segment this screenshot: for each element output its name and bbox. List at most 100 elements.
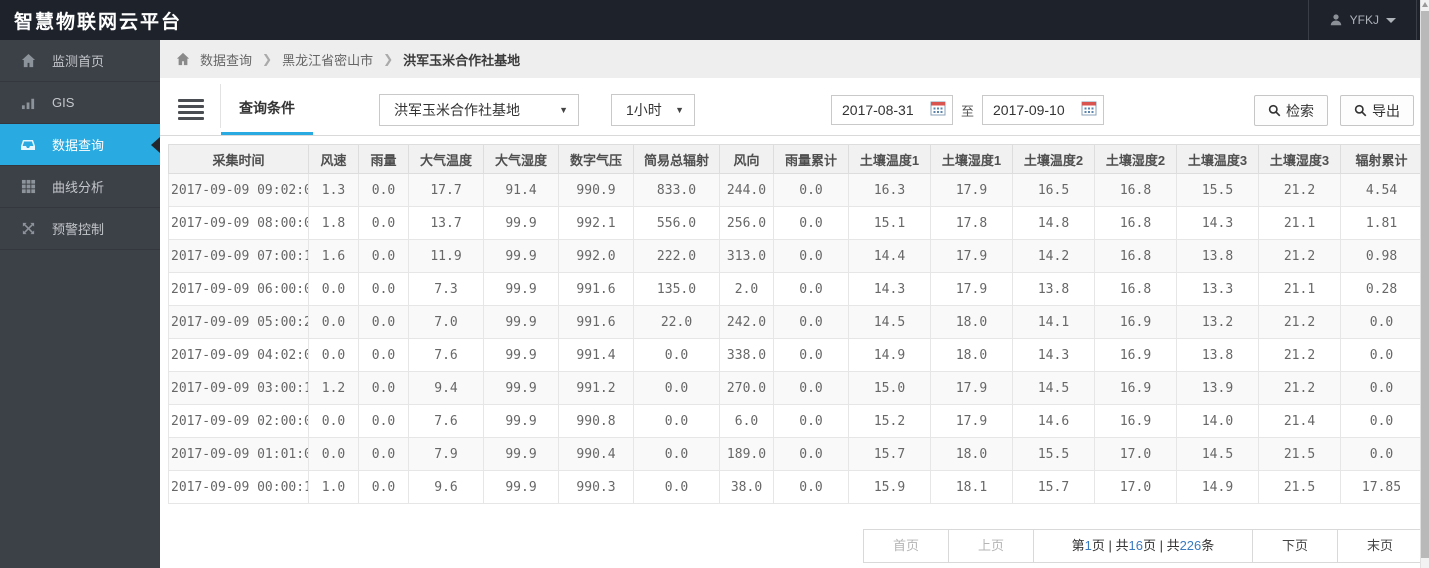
calendar-icon[interactable]	[930, 101, 946, 119]
app-title: 智慧物联网云平台	[14, 11, 183, 33]
first-page-button[interactable]: 首页	[862, 529, 949, 563]
table-header-row: 采集时间 风速 雨量 大气温度 大气湿度 数字气压 简易总辐射 风向 雨量累计 土壤温度1 土壤湿度…	[168, 144, 1423, 174]
table-cell: 991.6	[558, 272, 634, 306]
table-cell: 0.0	[773, 404, 849, 438]
table-cell: 16.9	[1094, 404, 1177, 438]
table-cell: 14.0	[1176, 404, 1259, 438]
table-cell: 1.3	[308, 173, 359, 207]
sidebar-item-alert-control[interactable]: 预警控制	[0, 208, 160, 250]
table-body: 2017-09-09 09:02:04 1.3 0.0 17.7 91.4 990.9 83…	[168, 173, 1423, 504]
date-from-input[interactable]: 2017-08-31	[831, 95, 953, 125]
table-cell: 99.9	[483, 437, 559, 471]
column-header: 土壤温度2	[1012, 144, 1095, 174]
table-cell: 2.0	[719, 272, 774, 306]
user-menu[interactable]: YFKJ	[1307, 0, 1417, 40]
current-page-number: 1	[1084, 538, 1092, 553]
table-cell: 0.0	[308, 404, 359, 438]
scrollbar-track[interactable]	[1420, 0, 1429, 568]
scrollbar-thumb[interactable]	[1421, 11, 1429, 558]
breadcrumb-separator: ❯	[383, 52, 394, 66]
table-cell: 0.0	[308, 272, 359, 306]
table-cell: 0.0	[773, 470, 849, 504]
table-cell: 7.9	[408, 437, 484, 471]
table-cell: 2017-09-09 08:00:05	[168, 206, 309, 240]
table-cell: 990.3	[558, 470, 634, 504]
table-cell: 99.9	[483, 338, 559, 372]
table-cell: 17.0	[1094, 437, 1177, 471]
table-row: 2017-09-09 00:00:17 1.0 0.0 9.6 99.9 990.3 0.0…	[168, 470, 1423, 504]
home-icon	[176, 52, 190, 66]
calendar-icon[interactable]	[1081, 101, 1097, 119]
sidebar-item-label: 预警控制	[52, 222, 105, 237]
table-cell: 14.5	[848, 305, 931, 339]
pagination: 首页 上页 第1页 | 共16页 | 共226条 下页 末页	[160, 529, 1423, 563]
table-cell: 0.0	[358, 338, 409, 372]
table-cell: 0.98	[1340, 239, 1423, 273]
table-cell: 992.1	[558, 206, 634, 240]
table-cell: 2017-09-09 01:01:07	[168, 437, 309, 471]
table-cell: 11.9	[408, 239, 484, 273]
prev-page-button[interactable]: 上页	[947, 529, 1034, 563]
last-page-button[interactable]: 末页	[1336, 529, 1423, 563]
table-cell: 38.0	[719, 470, 774, 504]
interval-select-value: 1小时	[626, 102, 662, 118]
total-records-number: 226	[1179, 538, 1202, 553]
search-button[interactable]: 检索	[1254, 95, 1329, 126]
table-cell: 17.8	[930, 206, 1013, 240]
table-cell: 991.4	[558, 338, 634, 372]
next-page-button[interactable]: 下页	[1251, 529, 1338, 563]
table-cell: 21.1	[1258, 206, 1341, 240]
table-cell: 0.0	[773, 338, 849, 372]
table-cell: 0.0	[358, 239, 409, 273]
table-cell: 992.0	[558, 239, 634, 273]
table-cell: 99.9	[483, 206, 559, 240]
table-cell: 0.0	[773, 239, 849, 273]
sidebar-item-curve-analysis[interactable]: 曲线分析	[0, 166, 160, 208]
export-button[interactable]: 导出	[1340, 95, 1415, 126]
table-cell: 9.6	[408, 470, 484, 504]
breadcrumb: 数据查询 ❯ 黑龙江省密山市 ❯ 洪军玉米合作社基地	[160, 40, 1429, 78]
table-cell: 18.0	[930, 437, 1013, 471]
table-cell: 2017-09-09 05:00:26	[168, 305, 309, 339]
table-cell: 16.9	[1094, 338, 1177, 372]
sidebar-item-monitor-home[interactable]: 监测首页	[0, 40, 160, 82]
table-cell: 99.9	[483, 470, 559, 504]
sidebar-item-gis[interactable]: GIS	[0, 82, 160, 124]
table-cell: 6.0	[719, 404, 774, 438]
column-header: 土壤温度3	[1176, 144, 1259, 174]
query-panel: 查询条件 洪军玉米合作社基地 ▼ 1小时 ▼ 2017-08-31 至 2017…	[160, 78, 1429, 136]
to-label: 至	[961, 103, 975, 119]
table-cell: 244.0	[719, 173, 774, 207]
breadcrumb-item[interactable]: 黑龙江省密山市	[282, 50, 373, 69]
table-cell: 242.0	[719, 305, 774, 339]
date-to-input[interactable]: 2017-09-10	[982, 95, 1105, 125]
tab-query-conditions[interactable]: 查询条件	[221, 92, 313, 135]
home-icon	[20, 53, 36, 69]
table-cell: 0.0	[773, 173, 849, 207]
table-cell: 0.0	[773, 272, 849, 306]
interval-select[interactable]: 1小时 ▼	[611, 94, 695, 126]
table-cell: 14.3	[848, 272, 931, 306]
table-container: 采集时间 风速 雨量 大气温度 大气湿度 数字气压 简易总辐射 风向 雨量累计 土壤温度1 土壤湿度…	[160, 136, 1429, 504]
breadcrumb-item[interactable]: 数据查询	[200, 50, 252, 69]
main-content: 数据查询 ❯ 黑龙江省密山市 ❯ 洪军玉米合作社基地 查询条件 洪军玉米合作社基…	[160, 40, 1429, 568]
table-cell: 21.4	[1258, 404, 1341, 438]
query-actions: 检索 导出	[1254, 95, 1415, 126]
table-cell: 13.8	[1012, 272, 1095, 306]
table-cell: 1.0	[308, 470, 359, 504]
page-info-text: 页 | 共	[1142, 538, 1180, 553]
scrollbar-up-arrow[interactable]	[1422, 2, 1428, 7]
table-cell: 13.2	[1176, 305, 1259, 339]
table-cell: 7.3	[408, 272, 484, 306]
table-cell: 17.9	[930, 272, 1013, 306]
menu-toggle-icon[interactable]	[178, 99, 204, 120]
table-cell: 16.8	[1094, 272, 1177, 306]
sidebar-item-label: 数据查询	[52, 138, 105, 153]
station-select[interactable]: 洪军玉米合作社基地 ▼	[379, 94, 579, 126]
column-header: 采集时间	[168, 144, 309, 174]
table-cell: 0.0	[633, 338, 720, 372]
inbox-icon	[20, 137, 36, 153]
table-row: 2017-09-09 08:00:05 1.8 0.0 13.7 99.9 992.1 55…	[168, 206, 1423, 240]
sidebar-item-data-query[interactable]: 数据查询	[0, 124, 160, 166]
chevron-down-icon: ▼	[675, 105, 684, 115]
